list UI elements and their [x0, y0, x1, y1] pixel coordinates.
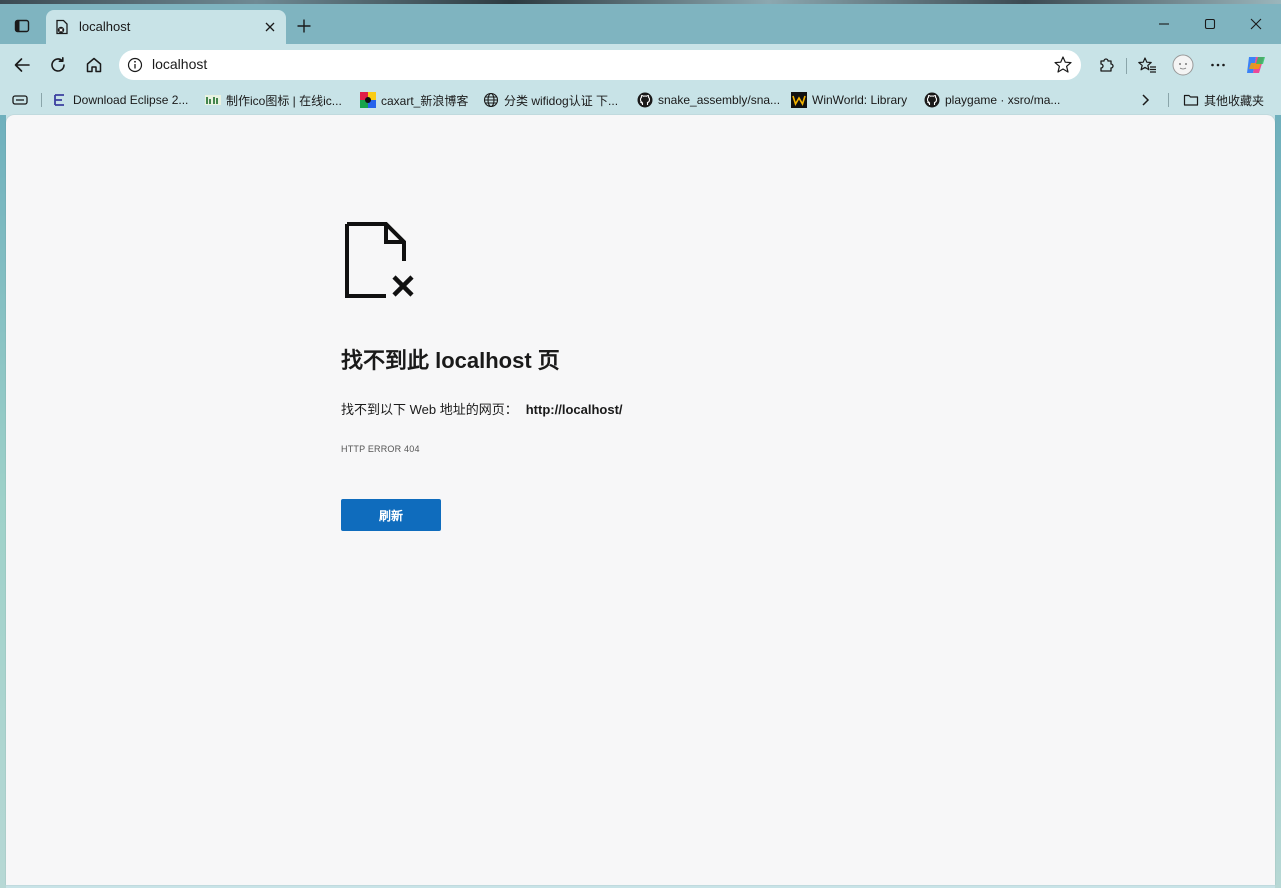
bitbug-icon: [205, 92, 221, 108]
close-icon: [265, 22, 275, 32]
toolbar-divider: [1126, 58, 1127, 74]
toolbar: localhost: [0, 44, 1281, 86]
bookmarks-bar: Download Eclipse 2... 制作ico图标 | 在线ic...: [0, 86, 1281, 114]
bookmark-item[interactable]: WinWorld: Library: [791, 91, 907, 109]
copilot-icon: [1247, 57, 1265, 73]
maximize-icon: [1204, 18, 1216, 30]
settings-menu-button[interactable]: [1204, 51, 1232, 79]
tab-title: localhost: [79, 19, 131, 34]
maximize-button[interactable]: [1195, 12, 1225, 36]
home-icon: [86, 57, 102, 73]
profile-button[interactable]: [1169, 51, 1197, 79]
browser-window: localhost localhost Download Eclipse 2..…: [0, 0, 1281, 888]
github-icon: [637, 92, 653, 108]
address-url[interactable]: localhost: [152, 56, 207, 72]
bookmarks-divider: [41, 93, 42, 107]
error-page-favicon-icon: [56, 19, 68, 35]
favorites-icon: [1138, 57, 1156, 73]
error-url: http://localhost/: [525, 402, 623, 417]
desktop-wallpaper-edge: [1275, 115, 1281, 888]
close-icon: [1250, 18, 1262, 30]
puzzle-icon: [1100, 58, 1114, 72]
error-description: 找不到以下 Web 地址的网页： http://localhost/: [341, 399, 623, 418]
tab-close-button[interactable]: [262, 19, 278, 35]
caxart-icon: [360, 92, 376, 108]
tab-strip: localhost: [0, 0, 1281, 44]
minimize-icon: [1159, 23, 1169, 25]
favorites-button[interactable]: [1133, 51, 1161, 79]
bookmarks-overflow-button[interactable]: [1138, 91, 1152, 109]
tab-localhost[interactable]: localhost: [46, 10, 286, 44]
bookmark-item[interactable]: Download Eclipse 2...: [52, 91, 188, 109]
chevron-right-icon: [1142, 94, 1150, 106]
new-tab-button[interactable]: [292, 14, 316, 38]
page-content: 找不到此 localhost 页 找不到以下 Web 地址的网页： http://…: [6, 115, 1275, 885]
home-button[interactable]: [80, 51, 108, 79]
bookmark-item[interactable]: snake_assembly/sna...: [637, 91, 780, 109]
globe-icon: [483, 92, 499, 108]
extensions-button[interactable]: [1092, 51, 1120, 79]
github-icon: [924, 92, 940, 108]
plus-icon: [297, 19, 311, 33]
desktop-wallpaper-edge: [0, 0, 1281, 4]
tab-actions-button[interactable]: [8, 12, 36, 40]
bookmarks-divider: [1168, 93, 1169, 107]
bookmarks-drawer-icon: [12, 95, 28, 105]
refresh-button[interactable]: [44, 51, 72, 79]
bookmark-item[interactable]: 分类 wifidog认证 下...: [483, 91, 618, 109]
folder-icon: [1183, 92, 1199, 108]
bookmarks-toggle-button[interactable]: [12, 91, 28, 109]
address-bar[interactable]: localhost: [119, 50, 1081, 80]
minimize-button[interactable]: [1149, 12, 1179, 36]
bookmark-item[interactable]: 制作ico图标 | 在线ic...: [205, 91, 342, 109]
bookmark-item[interactable]: caxart_新浪博客: [360, 91, 468, 109]
error-description-text: 找不到以下 Web 地址的网页：: [341, 402, 518, 417]
star-outline-icon[interactable]: [1053, 55, 1073, 75]
copilot-button[interactable]: [1242, 51, 1270, 79]
winworld-icon: [791, 92, 807, 108]
tab-actions-icon: [14, 19, 30, 33]
arrow-left-icon: [14, 58, 30, 72]
file-not-found-icon: [345, 222, 414, 298]
avatar-icon: [1172, 54, 1194, 76]
error-code: HTTP ERROR 404: [341, 444, 420, 454]
other-favorites-folder[interactable]: 其他收藏夹: [1183, 91, 1264, 109]
more-horizontal-icon: [1211, 63, 1225, 67]
reload-button[interactable]: 刷新: [341, 499, 441, 531]
eclipse-icon: [52, 92, 68, 108]
back-button[interactable]: [8, 51, 36, 79]
info-icon[interactable]: [127, 57, 143, 73]
bookmark-item[interactable]: playgame · xsro/ma...: [924, 91, 1060, 109]
refresh-icon: [51, 57, 65, 72]
error-title: 找不到此 localhost 页: [341, 348, 560, 373]
close-window-button[interactable]: [1241, 12, 1271, 36]
